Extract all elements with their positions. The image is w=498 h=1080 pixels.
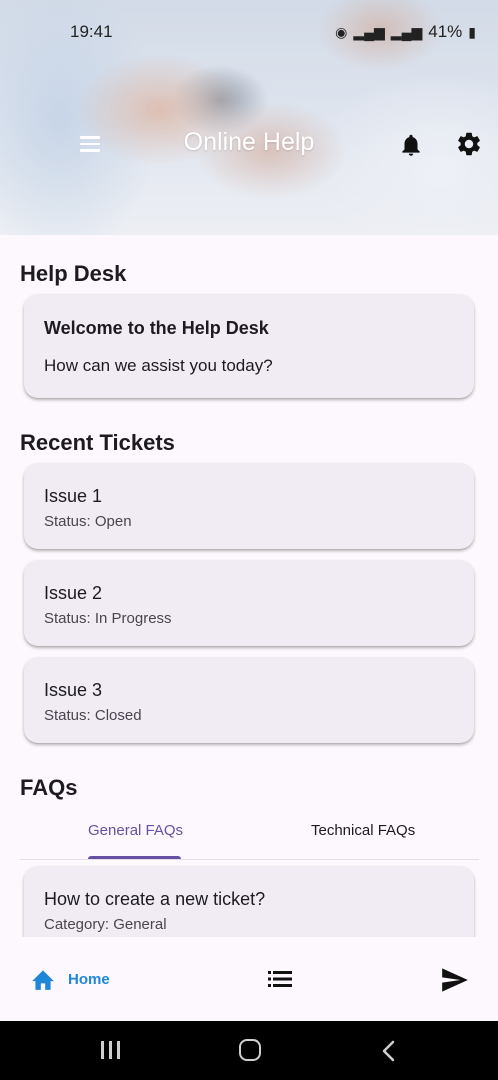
ticket-card[interactable]: Issue 1 Status: Open <box>24 463 474 549</box>
gear-icon[interactable] <box>455 130 483 158</box>
hotspot-icon: ◉ <box>335 23 348 40</box>
main-content[interactable]: Help Desk Welcome to the Help Desk How c… <box>0 235 498 937</box>
status-bar: 19:41 ◉ ▂▄▆ ▂▄▆ 41% ▮ <box>0 0 498 64</box>
faq-category: Category: General <box>44 916 167 933</box>
faq-card[interactable]: How to create a new ticket? Category: Ge… <box>24 866 474 937</box>
recent-apps-icon[interactable] <box>101 1041 121 1059</box>
welcome-title: Welcome to the Help Desk <box>44 318 269 338</box>
send-icon[interactable] <box>441 967 469 993</box>
tab-technical-faqs[interactable]: Technical FAQs <box>311 822 415 839</box>
back-icon[interactable] <box>381 1040 397 1062</box>
faqs-heading: FAQs <box>20 775 78 800</box>
tab-indicator <box>88 856 181 859</box>
list-icon[interactable] <box>268 970 292 988</box>
welcome-card[interactable]: Welcome to the Help Desk How can we assi… <box>24 294 474 398</box>
ticket-title: Issue 1 <box>44 486 103 506</box>
ticket-card[interactable]: Issue 3 Status: Closed <box>24 657 474 743</box>
ticket-status: Status: In Progress <box>44 610 172 627</box>
help-desk-heading: Help Desk <box>20 261 127 286</box>
tab-general-faqs[interactable]: General FAQs <box>88 822 183 839</box>
home-circle-icon[interactable] <box>239 1039 261 1061</box>
bottom-nav: Home <box>0 937 498 1021</box>
battery-percent: 41% <box>428 22 463 41</box>
header-banner: 19:41 ◉ ▂▄▆ ▂▄▆ 41% ▮ Online Help <box>0 0 498 235</box>
bell-icon[interactable] <box>398 132 424 158</box>
recent-tickets-heading: Recent Tickets <box>20 430 175 455</box>
nav-home-label: Home <box>68 970 110 988</box>
status-icons: ◉ ▂▄▆ ▂▄▆ 41% ▮ <box>335 22 476 42</box>
status-time: 19:41 <box>70 22 113 41</box>
battery-icon: ▮ <box>468 23 476 40</box>
home-icon <box>32 970 54 990</box>
ticket-card[interactable]: Issue 2 Status: In Progress <box>24 560 474 646</box>
nav-home-button[interactable]: Home <box>30 967 110 991</box>
faq-question: How to create a new ticket? <box>44 889 266 909</box>
app-bar: Online Help <box>0 120 498 168</box>
ticket-status: Status: Closed <box>44 707 142 724</box>
welcome-subtitle: How can we assist you today? <box>44 356 273 375</box>
ticket-status: Status: Open <box>44 513 132 530</box>
faq-tabs: General FAQs Technical FAQs <box>20 808 479 860</box>
ticket-title: Issue 2 <box>44 583 103 603</box>
signal-icon-2: ▂▄▆ <box>390 23 423 40</box>
signal-icon: ▂▄▆ <box>353 23 385 40</box>
ticket-title: Issue 3 <box>44 680 103 700</box>
system-nav-bar <box>0 1021 498 1080</box>
